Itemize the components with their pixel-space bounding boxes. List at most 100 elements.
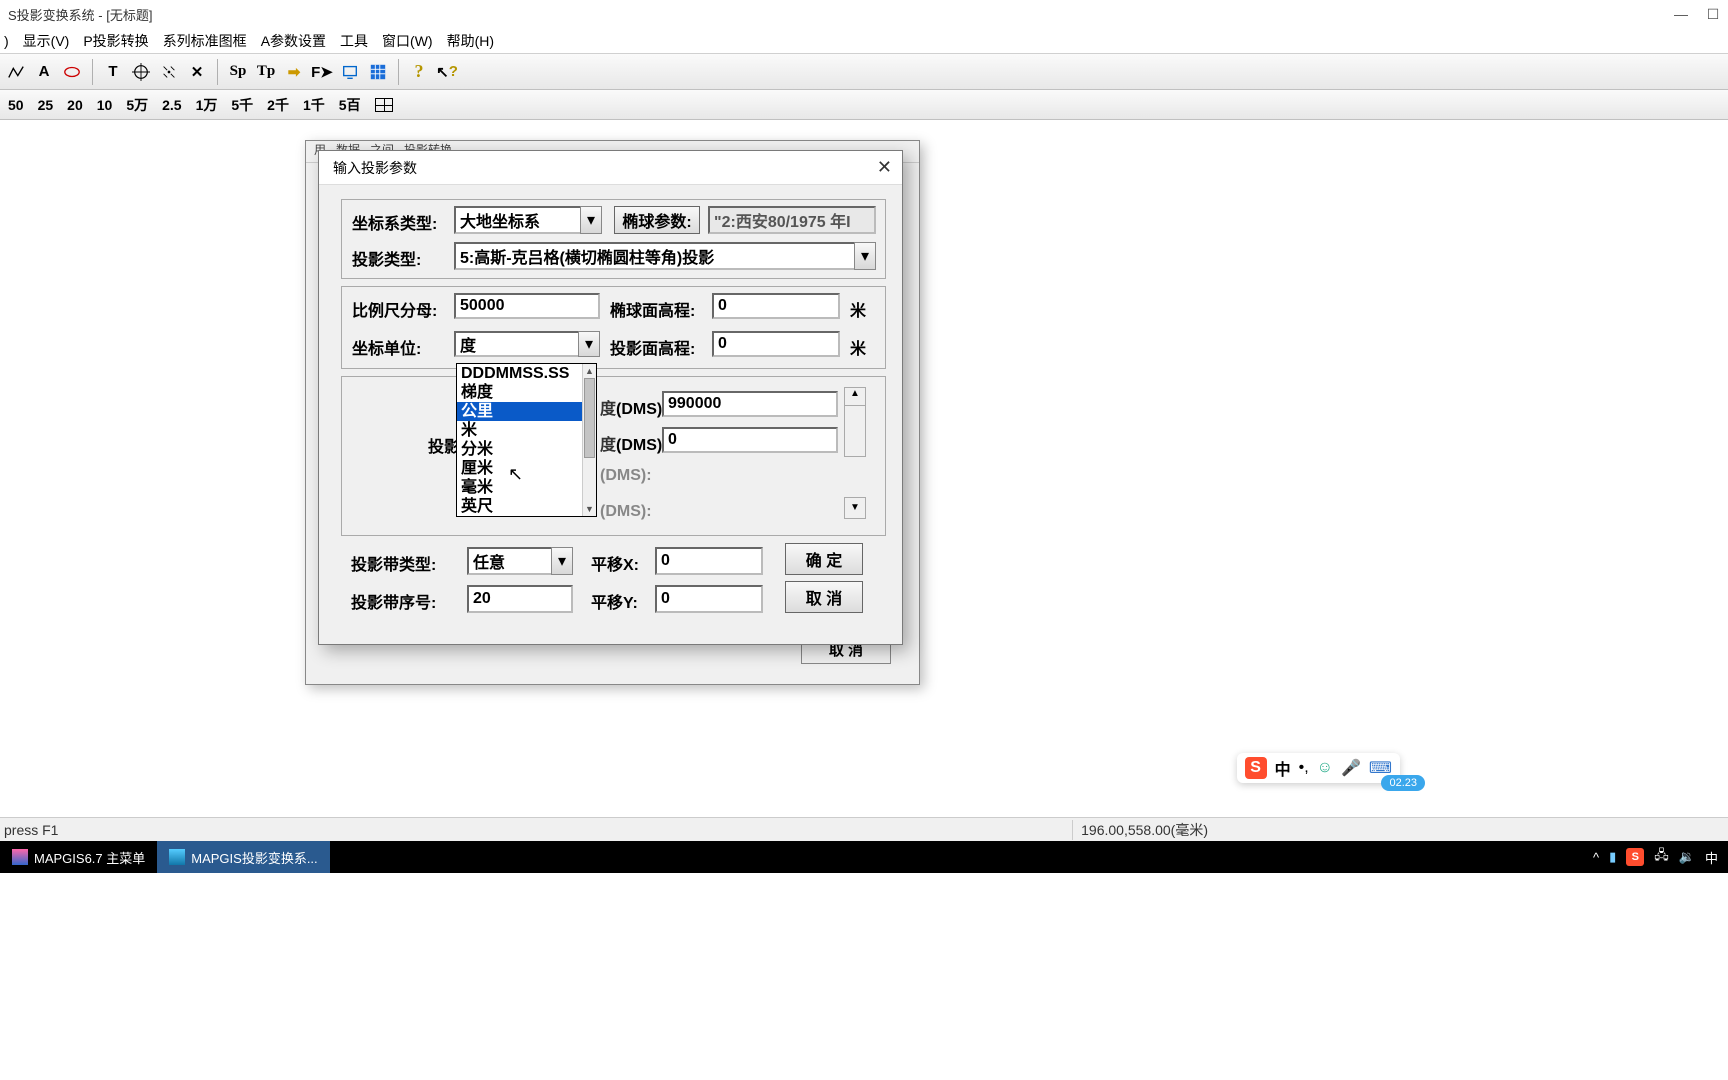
menu-display[interactable]: 显示(V) <box>23 31 70 51</box>
tray-chevron-icon[interactable]: ^ <box>1593 850 1599 865</box>
oval-icon[interactable] <box>60 60 84 84</box>
scale-2qian[interactable]: 2千 <box>267 95 289 115</box>
menu-help[interactable]: 帮助(H) <box>447 31 494 51</box>
whats-this-icon[interactable]: ↖? <box>435 60 459 84</box>
ime-mode[interactable]: 中 <box>1275 756 1291 780</box>
scroll-down-icon[interactable]: ▼ <box>583 502 596 516</box>
menu-tools[interactable]: 工具 <box>340 31 368 51</box>
menu-projection[interactable]: P投影转换 <box>83 31 148 51</box>
coord-unit-dropdown[interactable]: DDDMMSS.SS 梯度 公里 米 分米 厘米 毫米 英尺 ▲ ▼ <box>456 363 597 517</box>
grid-toggle-icon[interactable] <box>375 98 393 112</box>
tp-icon[interactable]: Tp <box>254 60 278 84</box>
proj-type-value <box>454 242 854 270</box>
spin-buttons[interactable]: ▲ <box>844 387 866 457</box>
dropdown-item-haomi[interactable]: 毫米 <box>457 478 596 497</box>
spin-up-icon[interactable]: ▲ <box>845 388 865 406</box>
status-hint: press F1 <box>0 822 58 838</box>
f-arrow-icon[interactable]: F➤ <box>310 60 334 84</box>
proj-type-combo[interactable]: ▾ <box>454 242 876 270</box>
shift-x-input[interactable] <box>655 547 763 575</box>
dropdown-scrollbar[interactable]: ▲ ▼ <box>582 364 596 516</box>
tray-usb-icon[interactable]: ▮ <box>1609 849 1616 865</box>
coord-unit-combo[interactable]: ▾ <box>454 331 600 357</box>
sp-icon[interactable]: Sp <box>226 60 250 84</box>
scroll-thumb[interactable] <box>584 378 595 458</box>
ime-punct-icon[interactable]: •, <box>1299 759 1309 777</box>
t-marker-icon[interactable]: T <box>101 60 125 84</box>
scale-1wan[interactable]: 1万 <box>196 95 218 115</box>
minimize-button[interactable]: — <box>1674 6 1688 22</box>
scale-denom-input[interactable] <box>454 293 600 319</box>
coord-unit-value <box>454 331 578 357</box>
scale-5wan[interactable]: 5万 <box>126 95 148 115</box>
dms2-input[interactable] <box>662 427 838 453</box>
scale-5bai[interactable]: 5百 <box>339 95 361 115</box>
proj-height-input[interactable] <box>712 331 840 357</box>
menu-window[interactable]: 窗口(W) <box>382 31 433 51</box>
chevron-down-icon[interactable]: ▾ <box>578 331 600 357</box>
tray-volume-icon[interactable]: 🔉 <box>1679 849 1695 865</box>
dropdown-item-fenmi[interactable]: 分米 <box>457 440 596 459</box>
dialog-titlebar[interactable]: 输入投影参数 ✕ <box>319 151 902 185</box>
taskbar-item-mapgis-proj[interactable]: MAPGIS投影变换系... <box>157 841 329 873</box>
tray-sogou-icon[interactable]: S <box>1626 848 1644 866</box>
dropdown-item-tidu[interactable]: 梯度 <box>457 383 596 402</box>
grid-blue-icon[interactable] <box>366 60 390 84</box>
ime-emoji-icon[interactable]: ☺ <box>1317 759 1333 777</box>
dropdown-item-limi[interactable]: 厘米 <box>457 459 596 478</box>
maximize-button[interactable]: ☐ <box>1706 6 1720 23</box>
app-icon <box>12 849 28 865</box>
dms2-suffix: 度(DMS) <box>600 431 662 455</box>
chevron-down-icon[interactable]: ▾ <box>854 242 876 270</box>
system-tray: ^ ▮ S 🖧 🔉 中 <box>1593 846 1728 868</box>
menu-standard-frame[interactable]: 系列标准图框 <box>163 31 247 51</box>
scale-20[interactable]: 20 <box>67 97 83 113</box>
ime-time-badge: 02.23 <box>1381 775 1425 791</box>
tray-network-icon[interactable]: 🖧 <box>1654 846 1669 868</box>
taskbar-item-mapgis-main[interactable]: MAPGIS6.7 主菜单 <box>0 841 157 873</box>
dms1-input[interactable] <box>662 391 838 417</box>
scroll-up-icon[interactable]: ▲ <box>583 364 596 378</box>
help-icon[interactable]: ? <box>407 60 431 84</box>
ime-float-bar[interactable]: S 中 •, ☺ 🎤 ⌨ 02.23 <box>1237 753 1400 783</box>
text-icon[interactable]: A <box>32 60 56 84</box>
scale-5qian[interactable]: 5千 <box>231 95 253 115</box>
scale-25[interactable]: 25 <box>38 97 54 113</box>
arrow-right-icon[interactable]: ➡ <box>282 60 306 84</box>
scale-50[interactable]: 50 <box>8 97 24 113</box>
scatter-icon[interactable] <box>157 60 181 84</box>
close-icon[interactable]: ✕ <box>877 157 892 178</box>
chevron-down-icon[interactable]: ▾ <box>551 547 573 575</box>
scale-2p5[interactable]: 2.5 <box>162 97 181 113</box>
ime-mic-icon[interactable]: 🎤 <box>1341 758 1361 778</box>
polyline-icon[interactable] <box>4 60 28 84</box>
zone-no-input[interactable] <box>467 585 573 613</box>
taskbar-item-label: MAPGIS6.7 主菜单 <box>34 848 145 867</box>
group-projection-detail: 投影 度(DMS) ▲ 度(DMS) (DMS): (DMS): ▼ <box>341 376 886 536</box>
chevron-down-icon[interactable]: ▾ <box>580 206 602 234</box>
group-scale-unit: 比例尺分母: 椭球面高程: 米 坐标单位: ▾ 投影面高程: 米 <box>341 286 886 369</box>
dropdown-item-dms[interactable]: DDDMMSS.SS <box>457 364 596 383</box>
menu-params[interactable]: A参数设置 <box>261 31 326 51</box>
scale-1qian[interactable]: 1千 <box>303 95 325 115</box>
scale-toolbar: 50 25 20 10 5万 2.5 1万 5千 2千 1千 5百 <box>0 90 1728 120</box>
dropdown-item-yingchi[interactable]: 英尺 <box>457 497 596 516</box>
target-icon[interactable] <box>129 60 153 84</box>
dropdown-item-gongli[interactable]: 公里 <box>457 402 596 421</box>
dropdown-item-mi[interactable]: 米 <box>457 421 596 440</box>
ok-button[interactable]: 确 定 <box>785 543 863 575</box>
shift-y-input[interactable] <box>655 585 763 613</box>
monitor-icon[interactable] <box>338 60 362 84</box>
spin-down-icon[interactable]: ▼ <box>844 497 866 519</box>
cancel-button[interactable]: 取 消 <box>785 581 863 613</box>
coord-unit-label: 坐标单位: <box>352 335 421 359</box>
scale-10[interactable]: 10 <box>97 97 113 113</box>
tray-ime-mode[interactable]: 中 <box>1705 848 1718 867</box>
zone-type-combo[interactable]: ▾ <box>467 547 573 575</box>
ellipsoid-params-button[interactable]: 椭球参数: <box>614 206 700 234</box>
ellipsoid-height-input[interactable] <box>712 293 840 319</box>
delete-x-icon[interactable]: ✕ <box>185 60 209 84</box>
sogou-logo-icon[interactable]: S <box>1245 757 1267 779</box>
zone-no-label: 投影带序号: <box>351 589 436 613</box>
coord-sys-type-combo[interactable]: ▾ <box>454 206 602 234</box>
